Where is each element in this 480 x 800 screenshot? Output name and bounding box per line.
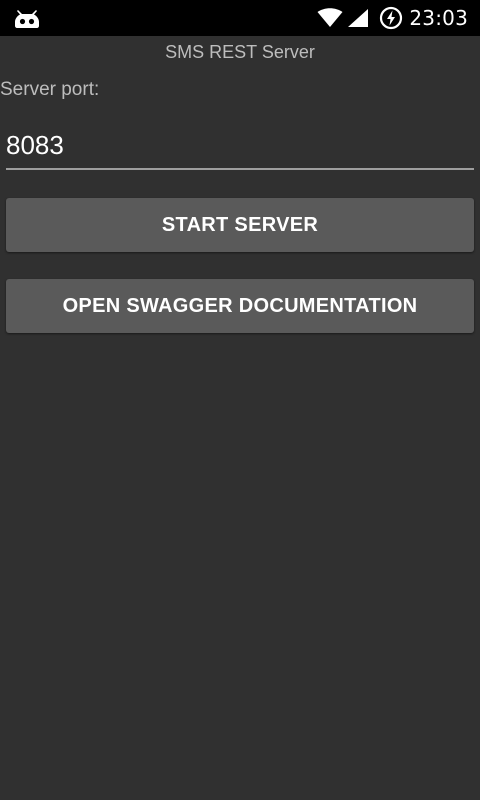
server-port-input[interactable] xyxy=(6,124,474,166)
status-icons: 23:03 xyxy=(317,0,468,36)
wifi-icon xyxy=(317,8,343,27)
server-port-label: Server port: xyxy=(0,79,100,100)
app-title: SMS REST Server xyxy=(165,42,315,62)
status-bar: 23:03 xyxy=(0,0,480,36)
battery-charging-icon xyxy=(380,6,403,30)
server-port-field[interactable] xyxy=(6,124,474,170)
android-icon xyxy=(15,10,39,28)
start-server-button[interactable]: START SERVER xyxy=(6,198,474,252)
open-swagger-documentation-button[interactable]: OPEN SWAGGER DOCUMENTATION xyxy=(6,279,474,333)
status-time: 23:03 xyxy=(409,6,468,30)
signal-icon xyxy=(348,9,369,27)
